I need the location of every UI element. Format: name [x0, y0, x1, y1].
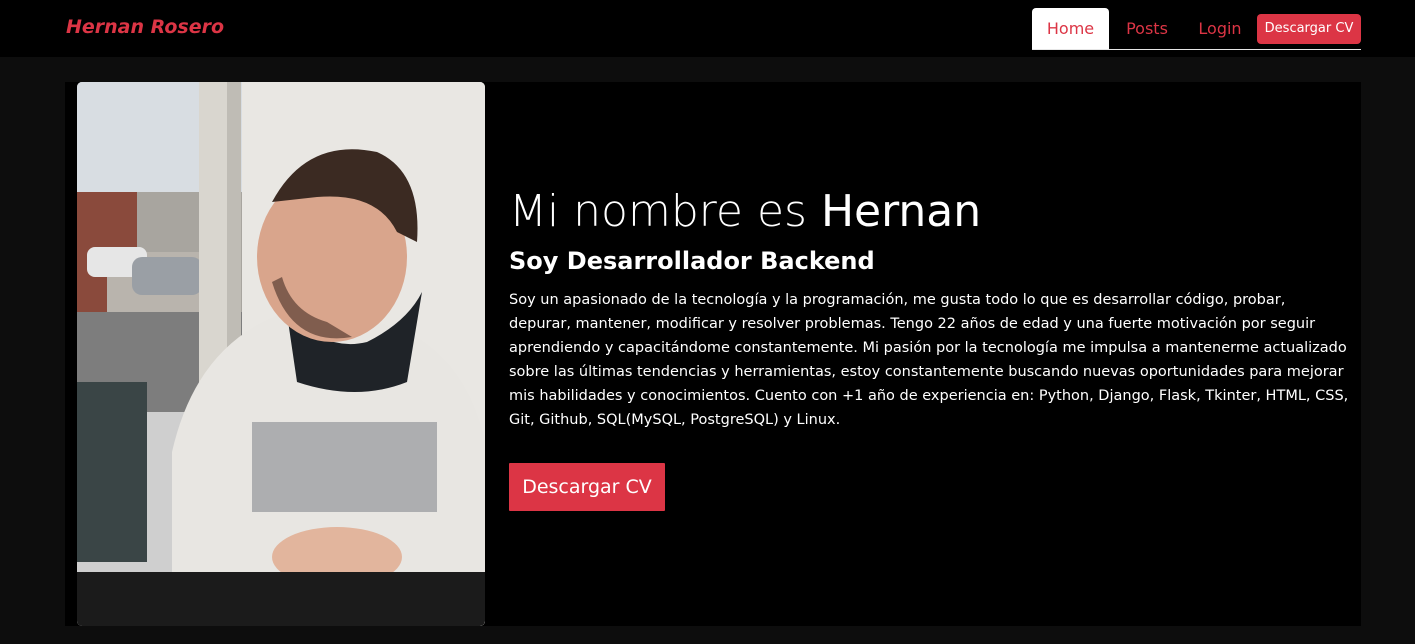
navbar: Hernan Rosero Home Posts Login Descargar…: [0, 0, 1415, 57]
profile-photo-illustration: [77, 82, 485, 626]
hero-title: Mi nombre es Hernan: [509, 186, 981, 237]
nav-posts-link[interactable]: Posts: [1117, 8, 1177, 49]
hero-title-name: Hernan: [820, 186, 982, 237]
hero-description: Soy un apasionado de la tecnología y la …: [509, 292, 1349, 428]
hero-title-prefix: Mi nombre es: [509, 186, 821, 237]
profile-photo: [77, 82, 485, 626]
nav-tabs: Home Posts Login Descargar CV: [1032, 8, 1361, 50]
nav-home-link[interactable]: Home: [1032, 8, 1109, 49]
nav-login-link[interactable]: Login: [1180, 8, 1260, 49]
hero-download-cv-button[interactable]: Descargar CV: [509, 463, 665, 511]
hero-subtitle: Soy Desarrollador Backend: [509, 247, 875, 275]
hero-section: Mi nombre es Hernan Soy Desarrollador Ba…: [65, 82, 1361, 626]
nav-download-cv-button[interactable]: Descargar CV: [1257, 14, 1361, 44]
brand-logo[interactable]: Hernan Rosero: [66, 16, 224, 38]
